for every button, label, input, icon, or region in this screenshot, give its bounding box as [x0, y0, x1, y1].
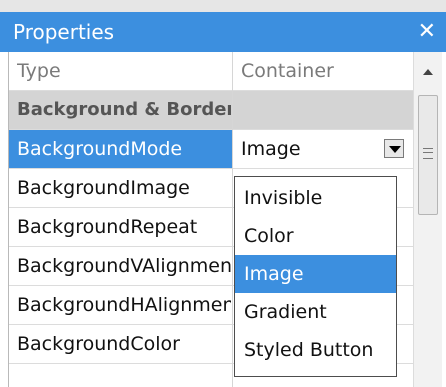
property-name: BackgroundRepeat [17, 216, 198, 238]
property-name: BackgroundImage [17, 177, 190, 199]
dropdown-option-highlighted[interactable]: Image [235, 255, 396, 293]
close-icon[interactable]: ✕ [418, 12, 436, 52]
dropdown-option[interactable]: Gradient [235, 293, 396, 331]
type-value: Container [241, 60, 334, 82]
property-value-combo[interactable]: Image [241, 130, 301, 168]
property-name: BackgroundMode [17, 138, 183, 160]
type-label: Type [17, 60, 61, 82]
scroll-up-arrow-icon[interactable] [414, 52, 442, 92]
category-row[interactable]: Background & Border [9, 91, 413, 130]
dropdown-option[interactable]: Color [235, 217, 396, 255]
property-name: BackgroundHAlignment [17, 294, 231, 316]
property-name: BackgroundColor [17, 333, 180, 355]
chevron-down-icon[interactable] [384, 139, 404, 158]
dropdown-list[interactable]: Invisible Color Image Gradient Styled Bu… [234, 176, 397, 377]
scroll-thumb[interactable] [418, 95, 438, 215]
title-bar: Properties ✕ [0, 12, 446, 52]
grip-icon [423, 148, 433, 159]
vertical-scrollbar[interactable] [413, 52, 442, 387]
dropdown-option[interactable]: Invisible [235, 179, 396, 217]
dropdown-option[interactable]: Styled Button [235, 331, 396, 369]
property-row-backgroundmode[interactable]: BackgroundMode Image [9, 130, 413, 169]
window-title: Properties [13, 20, 115, 44]
property-name: BackgroundVAlignment [17, 255, 231, 277]
top-strip [0, 0, 446, 12]
column-divider[interactable] [232, 52, 233, 387]
header-row[interactable]: Type Container [9, 52, 413, 91]
category-label: Background & Border [17, 99, 231, 120]
